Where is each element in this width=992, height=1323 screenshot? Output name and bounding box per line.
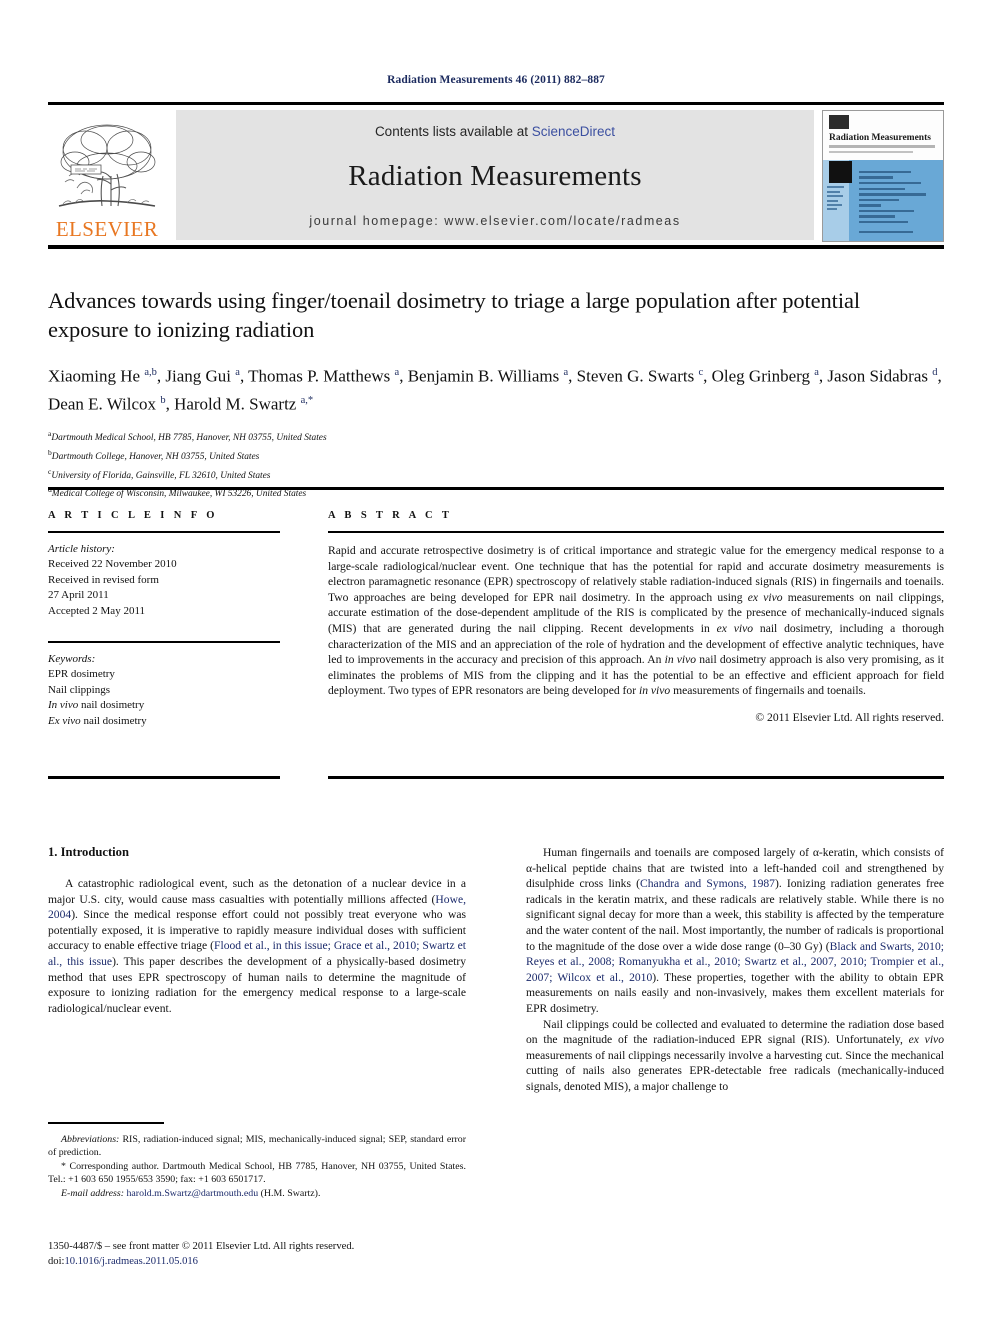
affiliation-text: University of Florida, Gainsville, FL 32… — [51, 470, 271, 481]
contents-lists-prefix: Contents lists available at — [374, 124, 532, 139]
footnotes-block: Abbreviations: RIS, radiation-induced si… — [48, 1133, 466, 1200]
cover-qr-icon — [829, 161, 852, 184]
cover-footer-line — [859, 230, 913, 234]
info-bottom-rule — [48, 776, 280, 779]
affiliation-text: Dartmouth College, Hanover, NH 03755, Un… — [51, 452, 260, 463]
masthead-bottom-rule — [48, 245, 944, 249]
cover-subtitle-rule-2 — [829, 150, 913, 154]
abstract-column: A B S T R A C T Rapid and accurate retro… — [328, 510, 944, 724]
elsevier-logo: ELSEVIER — [48, 110, 170, 240]
journal-homepage-link[interactable]: journal homepage: www.elsevier.com/locat… — [309, 214, 680, 228]
contents-lists-line: Contents lists available at ScienceDirec… — [375, 124, 615, 139]
affiliation-text: Dartmouth Medical School, HB 7785, Hanov… — [51, 433, 327, 444]
elsevier-tree-icon — [55, 118, 159, 218]
keywords-rule — [48, 641, 280, 644]
abstract-bottom-rule — [328, 776, 944, 779]
abstract-rule — [328, 531, 944, 533]
keywords-block: Keywords: EPR dosimetry Nail clippings I… — [48, 652, 298, 729]
body-paragraph: Human fingernails and toenails are compo… — [526, 846, 944, 1015]
history-item: Received 22 November 2010 — [48, 558, 177, 571]
abstract-text: Rapid and accurate retrospective dosimet… — [328, 544, 944, 698]
history-item: 27 April 2011 — [48, 589, 109, 602]
body-paragraph: Nail clippings could be collected and ev… — [526, 1017, 944, 1093]
body-column-left: 1. Introduction A catastrophic radiologi… — [48, 845, 466, 1016]
info-abstract-top-rule — [48, 487, 944, 490]
imprint-block: 1350-4487/$ – see front matter © 2011 El… — [48, 1240, 478, 1269]
email-link[interactable]: harold.m.Swartz@dartmouth.edu — [126, 1188, 258, 1199]
journal-title: Radiation Measurements — [348, 160, 642, 192]
body-paragraph: A catastrophic radiological event, such … — [48, 877, 467, 1015]
email-label: E-mail address: — [61, 1187, 124, 1199]
affiliation-item: bDartmouth College, Hanover, NH 03755, U… — [48, 448, 260, 463]
keyword-item: Nail clippings — [48, 683, 111, 696]
article-history: Article history: Received 22 November 20… — [48, 542, 298, 619]
title-block: Advances towards using finger/toenail do… — [48, 286, 944, 502]
journal-masthead: ELSEVIER Contents lists available at Sci… — [48, 102, 944, 249]
affiliation-list: aDartmouth Medical School, HB 7785, Hano… — [48, 427, 944, 502]
article-info-rule — [48, 531, 280, 533]
history-item: Accepted 2 May 2011 — [48, 604, 146, 617]
footnote-abbreviations: Abbreviations: RIS, radiation-induced si… — [48, 1134, 466, 1159]
affiliation-item: cUniversity of Florida, Gainsville, FL 3… — [48, 466, 271, 481]
elsevier-wordmark: ELSEVIER — [55, 217, 159, 241]
journal-band: Contents lists available at ScienceDirec… — [176, 110, 814, 240]
abstract-heading: A B S T R A C T — [328, 510, 453, 521]
footnote-email: E-mail address: harold.m.Swartz@dartmout… — [48, 1187, 466, 1200]
doi-label: doi: — [48, 1255, 65, 1267]
footnote-rule — [48, 1122, 164, 1124]
sciencedirect-link[interactable]: ScienceDirect — [532, 124, 615, 139]
keywords-label: Keywords: — [48, 653, 96, 666]
affiliation-text: Medical College of Wisconsin, Milwaukee,… — [51, 489, 307, 500]
article-info-column: A R T I C L E I N F O Article history: R… — [48, 510, 298, 729]
article-history-label: Article history: — [48, 543, 115, 555]
masthead-top-rule — [48, 102, 944, 105]
running-head: Radiation Measurements 46 (2011) 882–887 — [387, 74, 605, 86]
journal-cover-thumbnail[interactable]: Radiation Measurements — [822, 110, 944, 242]
affiliation-item: aDartmouth Medical School, HB 7785, Hano… — [48, 429, 327, 444]
cover-contents-lines — [859, 170, 933, 227]
section-heading-introduction: 1. Introduction — [48, 845, 129, 859]
cover-subtitle-rule — [829, 144, 935, 148]
footnote-corresponding-author: * Corresponding author. Dartmouth Medica… — [48, 1160, 466, 1186]
paper-first-page: Radiation Measurements 46 (2011) 882–887 — [0, 0, 992, 1323]
keyword-item: Ex vivo nail dosimetry — [48, 714, 147, 727]
history-item: Received in revised form — [48, 573, 159, 586]
page-title: Advances towards using finger/toenail do… — [48, 288, 861, 342]
cover-sidebar-lines — [826, 186, 846, 212]
email-owner: (H.M. Swartz). — [260, 1187, 321, 1199]
article-info-heading: A R T I C L E I N F O — [48, 510, 218, 521]
abstract-copyright: © 2011 Elsevier Ltd. All rights reserved… — [755, 710, 944, 724]
imprint-doi-line: doi:10.1016/j.radmeas.2011.05.016 — [48, 1255, 478, 1270]
cover-logo-mark-icon — [829, 114, 850, 130]
author-list: Xiaoming He a,b, Jiang Gui a, Thomas P. … — [48, 366, 942, 414]
cover-journal-title: Radiation Measurements — [829, 133, 931, 144]
body-column-right: Human fingernails and toenails are compo… — [526, 845, 944, 1095]
keyword-item: EPR dosimetry — [48, 668, 115, 681]
imprint-front-matter: 1350-4487/$ – see front matter © 2011 El… — [48, 1241, 355, 1252]
keyword-item: In vivo nail dosimetry — [48, 699, 145, 712]
doi-link[interactable]: 10.1016/j.radmeas.2011.05.016 — [64, 1256, 197, 1267]
